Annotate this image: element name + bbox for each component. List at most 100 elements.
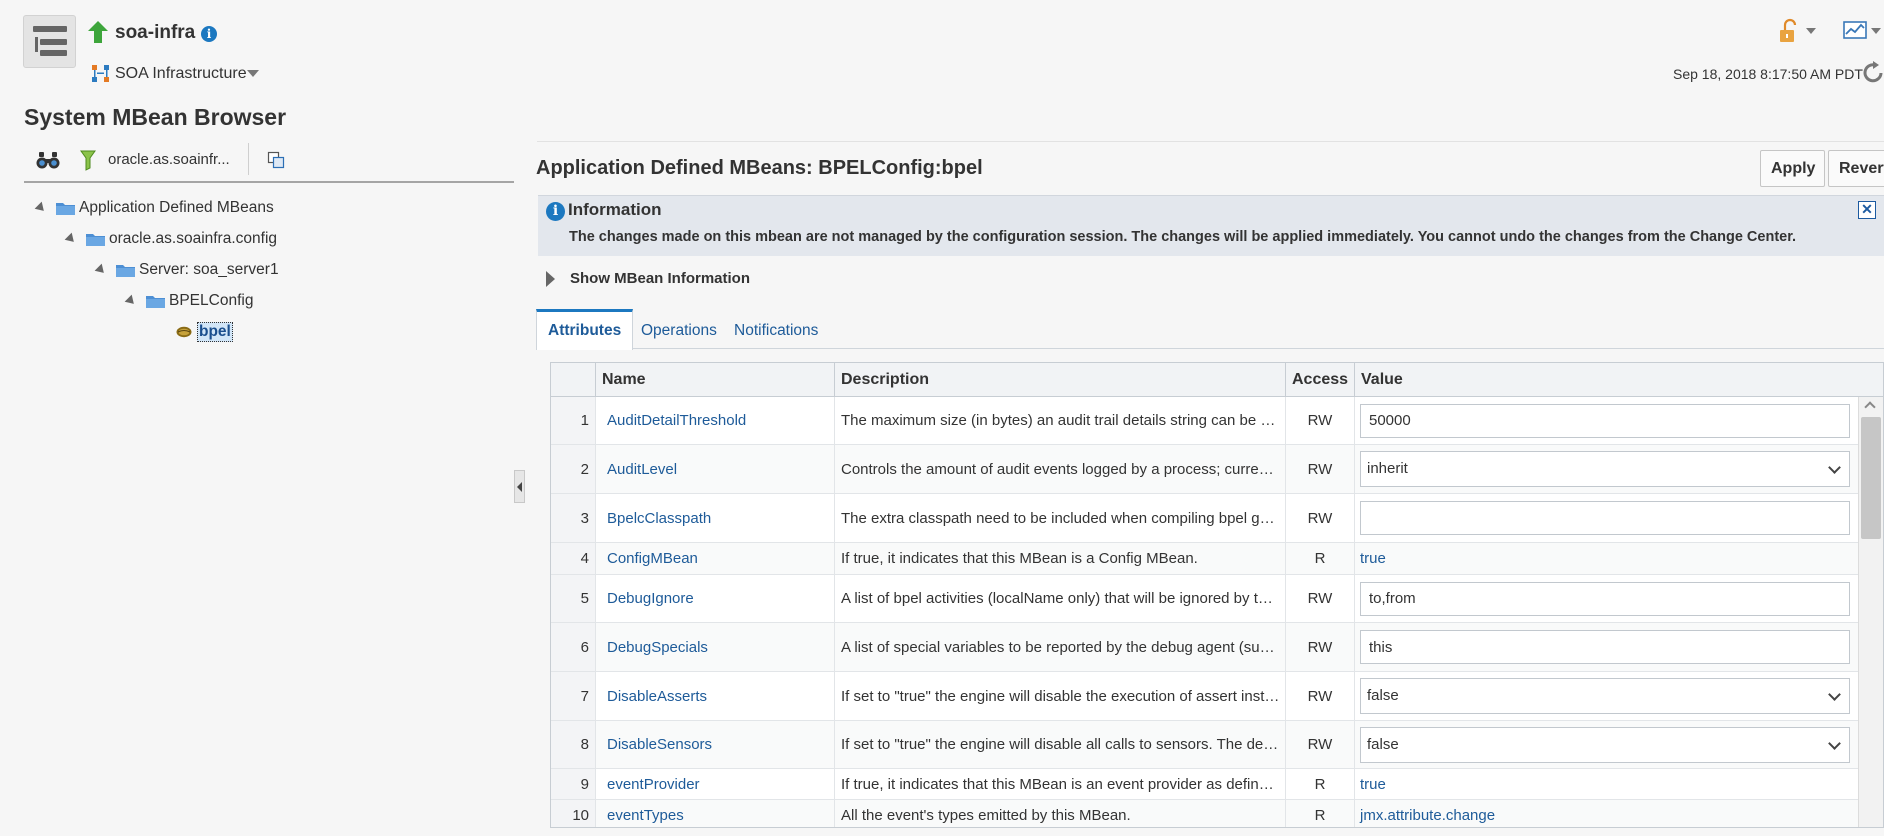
tree-node-label: bpel <box>197 322 233 342</box>
revert-button[interactable]: Revert <box>1828 150 1884 187</box>
apply-button[interactable]: Apply <box>1760 150 1825 187</box>
attribute-description: If set to "true" the engine will disable… <box>834 672 1285 720</box>
attribute-name-link[interactable]: AuditLevel <box>595 445 834 493</box>
target-menu[interactable]: SOA Infrastructure <box>115 65 247 83</box>
attribute-name-link[interactable]: DebugIgnore <box>595 575 834 622</box>
scrollbar-thumb[interactable] <box>1861 417 1881 539</box>
bean-icon <box>176 326 192 338</box>
lock-caret-icon[interactable] <box>1806 28 1816 34</box>
close-icon[interactable]: ✕ <box>1858 201 1876 219</box>
attribute-description: If true, it indicates that this MBean is… <box>834 769 1285 799</box>
column-header-access[interactable]: Access <box>1285 363 1354 397</box>
attribute-value-select[interactable]: inherit <box>1360 451 1850 487</box>
attribute-value-select[interactable]: false <box>1360 726 1850 763</box>
attribute-value-input[interactable] <box>1360 581 1850 616</box>
table-row[interactable]: 10 eventTypes All the event's types emit… <box>551 800 1858 827</box>
attribute-value-select[interactable]: false <box>1360 678 1850 714</box>
target-name[interactable]: soa-infra <box>115 22 195 44</box>
binoculars-icon[interactable] <box>36 151 60 169</box>
attribute-access: RW <box>1285 721 1354 768</box>
column-header-value[interactable]: Value <box>1354 363 1858 397</box>
column-header-name[interactable]: Name <box>595 363 834 397</box>
tab-attributes[interactable]: Attributes <box>536 309 634 350</box>
performance-caret-icon[interactable] <box>1871 28 1881 34</box>
attribute-access: R <box>1285 769 1354 799</box>
table-row[interactable]: 7 DisableAsserts If set to "true" the en… <box>551 672 1858 721</box>
expanded-triangle-icon[interactable] <box>34 201 48 215</box>
row-number: 1 <box>551 397 595 444</box>
table-row[interactable]: 5 DebugIgnore A list of bpel activities … <box>551 575 1858 623</box>
attribute-value-input[interactable] <box>1360 630 1850 664</box>
tree-node-server[interactable]: Server: soa_server1 <box>94 259 279 281</box>
tree-node-oracle-as-soainfra-config[interactable]: oracle.as.soainfra.config <box>64 228 277 250</box>
attribute-name-link[interactable]: DisableAsserts <box>595 672 834 720</box>
row-number: 2 <box>551 445 595 493</box>
panel-splitter[interactable] <box>514 470 525 503</box>
refresh-icon[interactable] <box>1862 60 1884 86</box>
attribute-name-link[interactable]: DebugSpecials <box>595 623 834 671</box>
expanded-triangle-icon[interactable] <box>124 294 138 308</box>
attribute-value-readonly: true <box>1354 769 1858 799</box>
table-row[interactable]: 4 ConfigMBean If true, it indicates that… <box>551 543 1858 575</box>
tree-node-label: Application Defined MBeans <box>79 199 274 216</box>
attributes-table: Name Description Access Value 1 AuditDet… <box>550 362 1884 828</box>
attribute-name-link[interactable]: DisableSensors <box>595 721 834 768</box>
attribute-description: A list of special variables to be report… <box>834 623 1285 671</box>
table-row[interactable]: 1 AuditDetailThreshold The maximum size … <box>551 397 1858 445</box>
attribute-name-link[interactable]: ConfigMBean <box>595 543 834 574</box>
detach-icon[interactable] <box>267 151 285 169</box>
attribute-access: RW <box>1285 672 1354 720</box>
expanded-triangle-icon[interactable] <box>64 232 78 246</box>
attribute-value-cell <box>1354 575 1858 622</box>
table-row[interactable]: 8 DisableSensors If set to "true" the en… <box>551 721 1858 769</box>
scroll-up-icon[interactable] <box>1864 401 1876 413</box>
attribute-name-link[interactable]: eventProvider <box>595 769 834 799</box>
table-row[interactable]: 9 eventProvider If true, it indicates th… <box>551 769 1858 800</box>
tab-notifications[interactable]: Notifications <box>723 309 829 349</box>
row-number: 9 <box>551 769 595 799</box>
target-menu-caret-icon[interactable] <box>247 70 259 77</box>
table-row[interactable]: 3 BpelcClasspath The extra classpath nee… <box>551 494 1858 543</box>
tree-node-label: Server: soa_server1 <box>139 261 279 278</box>
attribute-value-input[interactable] <box>1360 501 1850 535</box>
status-up-arrow-icon <box>88 21 108 43</box>
filter-icon[interactable] <box>79 149 97 171</box>
attribute-name-link[interactable]: BpelcClasspath <box>595 494 834 542</box>
table-scrollbar[interactable] <box>1858 397 1883 827</box>
tab-operations[interactable]: Operations <box>630 309 728 349</box>
attribute-description: A list of bpel activities (localName onl… <box>834 575 1285 622</box>
mbean-title: Application Defined MBeans: BPELConfig:b… <box>536 157 983 179</box>
attribute-access: RW <box>1285 397 1354 444</box>
attribute-value-cell <box>1354 397 1858 444</box>
attribute-value-readonly: jmx.attribute.change <box>1354 800 1858 827</box>
navigator-button[interactable] <box>23 15 76 68</box>
row-number: 10 <box>551 800 595 827</box>
tree-node-bpelconfig[interactable]: BPELConfig <box>124 290 253 312</box>
column-header-description[interactable]: Description <box>834 363 1285 397</box>
show-mbean-information-toggle[interactable]: Show MBean Information <box>546 270 750 287</box>
attribute-value-cell: inherit <box>1354 445 1858 493</box>
attribute-value-input[interactable] <box>1360 403 1850 438</box>
attribute-name-link[interactable]: eventTypes <box>595 800 834 827</box>
attribute-value-cell: false <box>1354 672 1858 720</box>
expanded-triangle-icon[interactable] <box>94 263 108 277</box>
tree-node-application-defined-mbeans[interactable]: Application Defined MBeans <box>34 197 274 219</box>
performance-chart-icon[interactable] <box>1843 20 1867 42</box>
attribute-name-link[interactable]: AuditDetailThreshold <box>595 397 834 444</box>
lock-icon[interactable] <box>1777 18 1803 44</box>
table-row[interactable]: 2 AuditLevel Controls the amount of audi… <box>551 445 1858 494</box>
info-icon: i <box>546 202 565 221</box>
attribute-value-readonly: true <box>1354 543 1858 574</box>
tree-node-bpel[interactable]: bpel <box>176 321 233 343</box>
attribute-access: RW <box>1285 623 1354 671</box>
attribute-access: RW <box>1285 494 1354 542</box>
row-number: 4 <box>551 543 595 574</box>
target-info-icon[interactable]: i <box>201 26 217 42</box>
table-row[interactable]: 6 DebugSpecials A list of special variab… <box>551 623 1858 672</box>
folder-icon <box>86 234 105 246</box>
filter-label[interactable]: oracle.as.soainfr... <box>108 151 230 168</box>
attribute-description: All the event's types emitted by this MB… <box>834 800 1285 827</box>
refresh-timestamp: Sep 18, 2018 8:17:50 AM PDT <box>1673 66 1863 82</box>
page-title: System MBean Browser <box>24 104 287 130</box>
collapsed-triangle-icon[interactable] <box>546 270 555 287</box>
